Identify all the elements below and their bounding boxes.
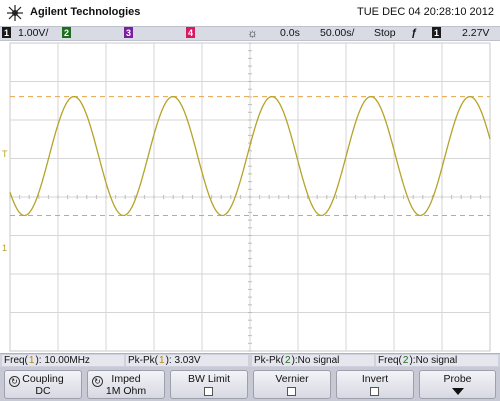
vernier-softkey[interactable]: Vernier (253, 370, 331, 399)
datetime: TUE DEC 04 20:28:10 2012 (357, 6, 494, 18)
bw-limit-softkey[interactable]: BW Limit (170, 370, 248, 399)
header: Agilent Technologies TUE DEC 04 20:28:10… (0, 0, 500, 26)
meas-pkpk-ch2: Pk-Pk(2):No signal (252, 355, 374, 366)
graticule: T 1 (2, 42, 491, 352)
meas-freq-ch1: Freq(1): 10.00MHz (2, 355, 124, 366)
coupling-softkey[interactable]: ↻ Coupling DC (4, 370, 82, 399)
status-bar: 1 1.00V/ 2 3 4 ☼ 0.0s 50.00s/ Stop ƒ 1 2… (0, 26, 500, 41)
ch1-ground-marker[interactable]: T (2, 149, 8, 159)
measurement-bar: Freq(1): 10.00MHz Pk-Pk(1): 3.03V Pk-Pk(… (0, 353, 500, 367)
probe-softkey[interactable]: Probe (419, 370, 496, 399)
ch1-offset-marker[interactable]: 1 (2, 243, 7, 253)
softkey-bar: ↻ Coupling DC ↻ Imped 1M Ohm BW Limit Ve… (0, 367, 500, 401)
bw-limit-checkbox (204, 387, 213, 396)
waveform-display[interactable]: T 1 (0, 41, 500, 353)
delay-value: 0.0s (280, 27, 300, 39)
meas-freq-ch2: Freq(2):No signal (376, 355, 498, 366)
submenu-arrow-down-icon (451, 388, 464, 395)
agilent-spark-logo-icon (7, 5, 23, 21)
meas-pkpk-ch1: Pk-Pk(1): 3.03V (126, 355, 248, 366)
timebase-value: 50.00s/ (320, 27, 355, 39)
trigger-level: 2.27V (462, 27, 490, 39)
ch1-scale: 1.00V/ (18, 27, 49, 39)
delay-knob-icon: ☼ (247, 26, 258, 40)
trigger-edge-icon: ƒ (411, 27, 417, 39)
invert-softkey[interactable]: Invert (336, 370, 414, 399)
run-state: Stop (374, 27, 396, 39)
vernier-checkbox (287, 387, 296, 396)
invert-checkbox (370, 387, 379, 396)
brand-name: Agilent Technologies (30, 6, 141, 18)
impedance-softkey[interactable]: ↻ Imped 1M Ohm (87, 370, 165, 399)
